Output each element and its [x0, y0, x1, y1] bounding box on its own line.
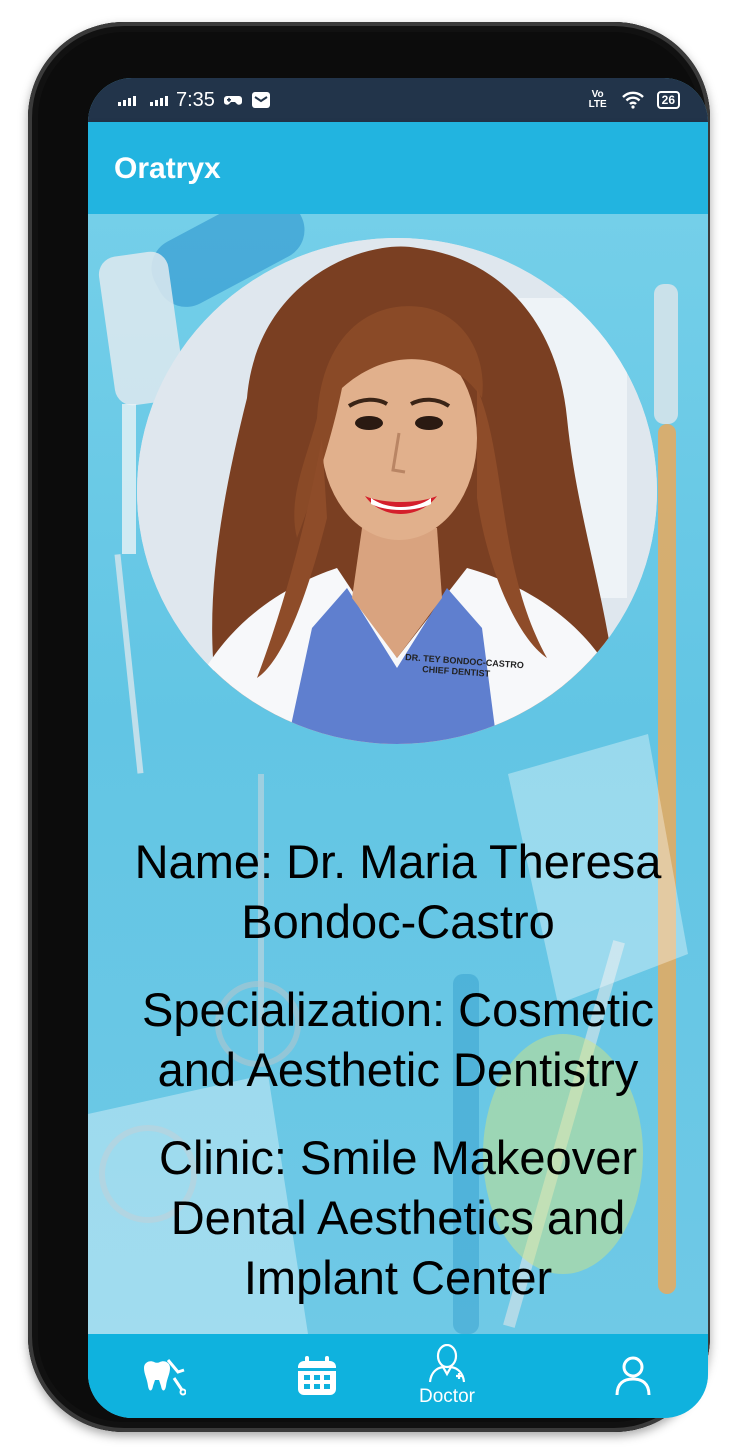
signal-icon-2 [150, 94, 168, 106]
profile-icon [615, 1356, 651, 1396]
status-bar: 7:35 Vo LTE 26 [88, 78, 708, 122]
doctor-name: Name: Dr. Maria Theresa Bondoc-Castro [134, 835, 662, 948]
doctor-specialization: Specialization: Cosmetic and Aesthetic D… [142, 983, 654, 1096]
signal-icon [118, 94, 136, 106]
doctor-profile-content[interactable]: DR. TEY BONDOC-CASTRO CHIEF DENTIST Name… [88, 214, 708, 1334]
bottom-navigation: Doctor [88, 1334, 708, 1418]
phone-frame: 7:35 Vo LTE 26 Oratryx DR. TEY BONDOC-CA… [28, 22, 710, 1432]
doctor-portrait-illustration: DR. TEY BONDOC-CASTRO CHIEF DENTIST [137, 238, 657, 744]
nav-label-doctor: Doctor [419, 1386, 475, 1407]
nav-item-appointments[interactable] [262, 1334, 372, 1418]
volte-icon: Vo LTE [588, 89, 607, 110]
nav-item-dental[interactable] [108, 1334, 218, 1418]
status-left: 7:35 [118, 78, 271, 122]
status-right: Vo LTE 26 [587, 78, 680, 122]
game-controller-icon [223, 96, 242, 105]
calendar-icon [298, 1356, 336, 1395]
mail-icon [251, 92, 270, 108]
nav-item-profile[interactable] [578, 1334, 688, 1418]
doctor-info: Name: Dr. Maria Theresa Bondoc-Castro Sp… [88, 832, 708, 1334]
app-title: Oratryx [114, 152, 221, 185]
battery-level: 26 [661, 93, 675, 107]
app-bar: Oratryx [88, 122, 708, 214]
doctor-icon [428, 1344, 466, 1383]
battery-icon: 26 [656, 91, 680, 109]
wifi-icon [621, 91, 644, 109]
doctor-photo: DR. TEY BONDOC-CASTRO CHIEF DENTIST [137, 238, 657, 744]
screen: 7:35 Vo LTE 26 Oratryx DR. TEY BONDOC-CA… [88, 78, 708, 1418]
nav-item-doctor[interactable]: Doctor [392, 1334, 502, 1418]
status-time: 7:35 [176, 88, 215, 111]
doctor-clinic: Clinic: Smile Makeover Dental Aesthetics… [159, 1131, 637, 1304]
tooth-tools-icon [144, 1359, 186, 1396]
